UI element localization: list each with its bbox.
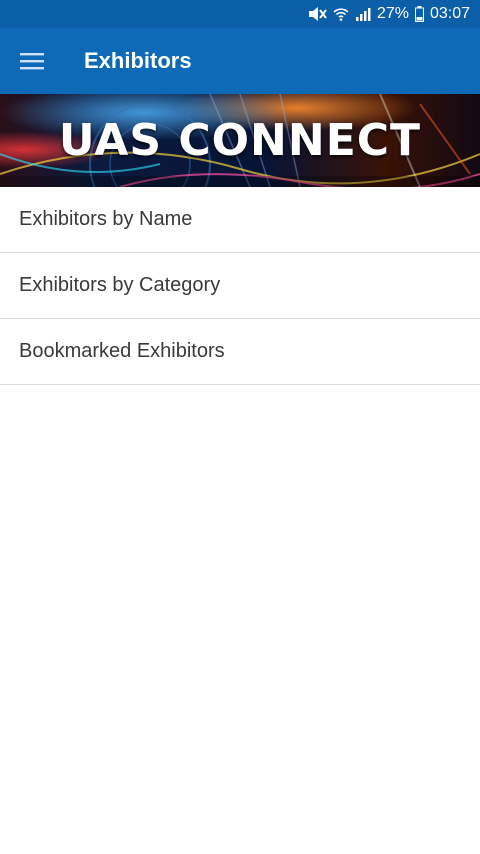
signal-icon [355,6,371,22]
status-time: 03:07 [429,5,470,22]
list-item-label: Exhibitors by Name [19,208,193,230]
app-bar: Exhibitors [0,28,480,94]
list-item-label: Exhibitors by Category [19,274,221,296]
mute-icon [307,6,327,22]
list-item-exhibitors-by-name[interactable]: Exhibitors by Name [0,187,480,253]
wifi-icon [333,6,349,22]
battery-icon [414,6,424,22]
status-bar: 27% 03:07 [0,0,480,28]
list-item-bookmarked-exhibitors[interactable]: Bookmarked Exhibitors [0,319,480,385]
exhibitors-menu-list: Exhibitors by Name Exhibitors by Categor… [0,187,480,385]
banner-title: UAS CONNECT [58,115,422,166]
list-item-label: Bookmarked Exhibitors [19,340,225,362]
hamburger-menu-icon[interactable] [0,28,64,94]
banner: UAS CONNECT [0,94,480,187]
battery-percent: 27% [376,5,409,22]
page-title: Exhibitors [84,48,192,73]
list-item-exhibitors-by-category[interactable]: Exhibitors by Category [0,253,480,319]
